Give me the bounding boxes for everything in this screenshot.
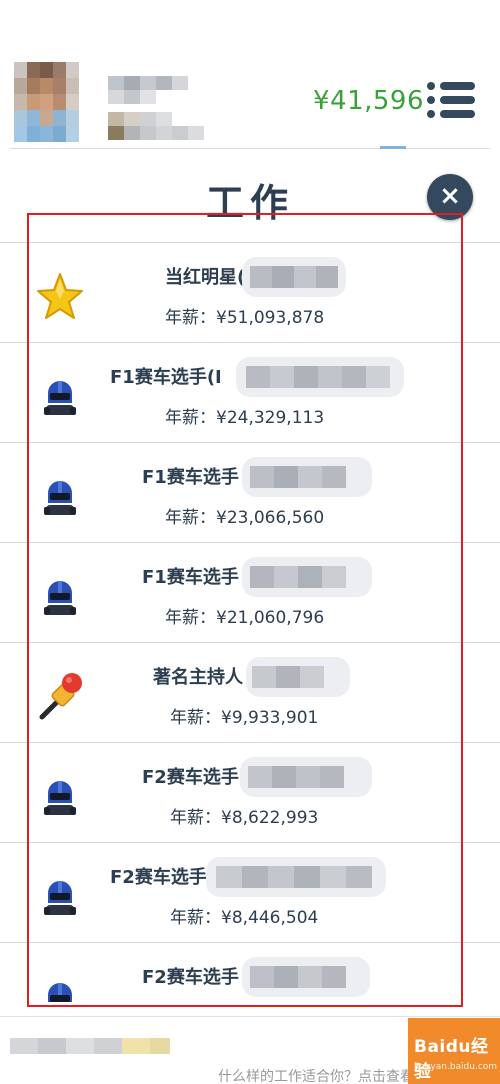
footer-blurred bbox=[10, 1038, 400, 1068]
close-icon: × bbox=[439, 181, 461, 211]
header-divider bbox=[10, 148, 490, 149]
username-blurred bbox=[108, 72, 208, 142]
balance-amount: ¥41,596 bbox=[313, 86, 425, 116]
footer-divider bbox=[0, 1016, 500, 1017]
tab-indicator bbox=[380, 146, 406, 149]
menu-button[interactable] bbox=[427, 82, 475, 118]
baidu-jingyan-watermark: Baidu经验 jingyan.baidu.com bbox=[408, 1018, 500, 1084]
highlight-frame bbox=[27, 213, 463, 1007]
avatar[interactable] bbox=[14, 62, 80, 142]
watermark-logo: Baidu经验 bbox=[414, 1037, 489, 1082]
menu-icon bbox=[427, 82, 475, 90]
top-bar: ¥41,596 bbox=[0, 0, 500, 150]
watermark-url: jingyan.baidu.com bbox=[414, 1062, 498, 1072]
